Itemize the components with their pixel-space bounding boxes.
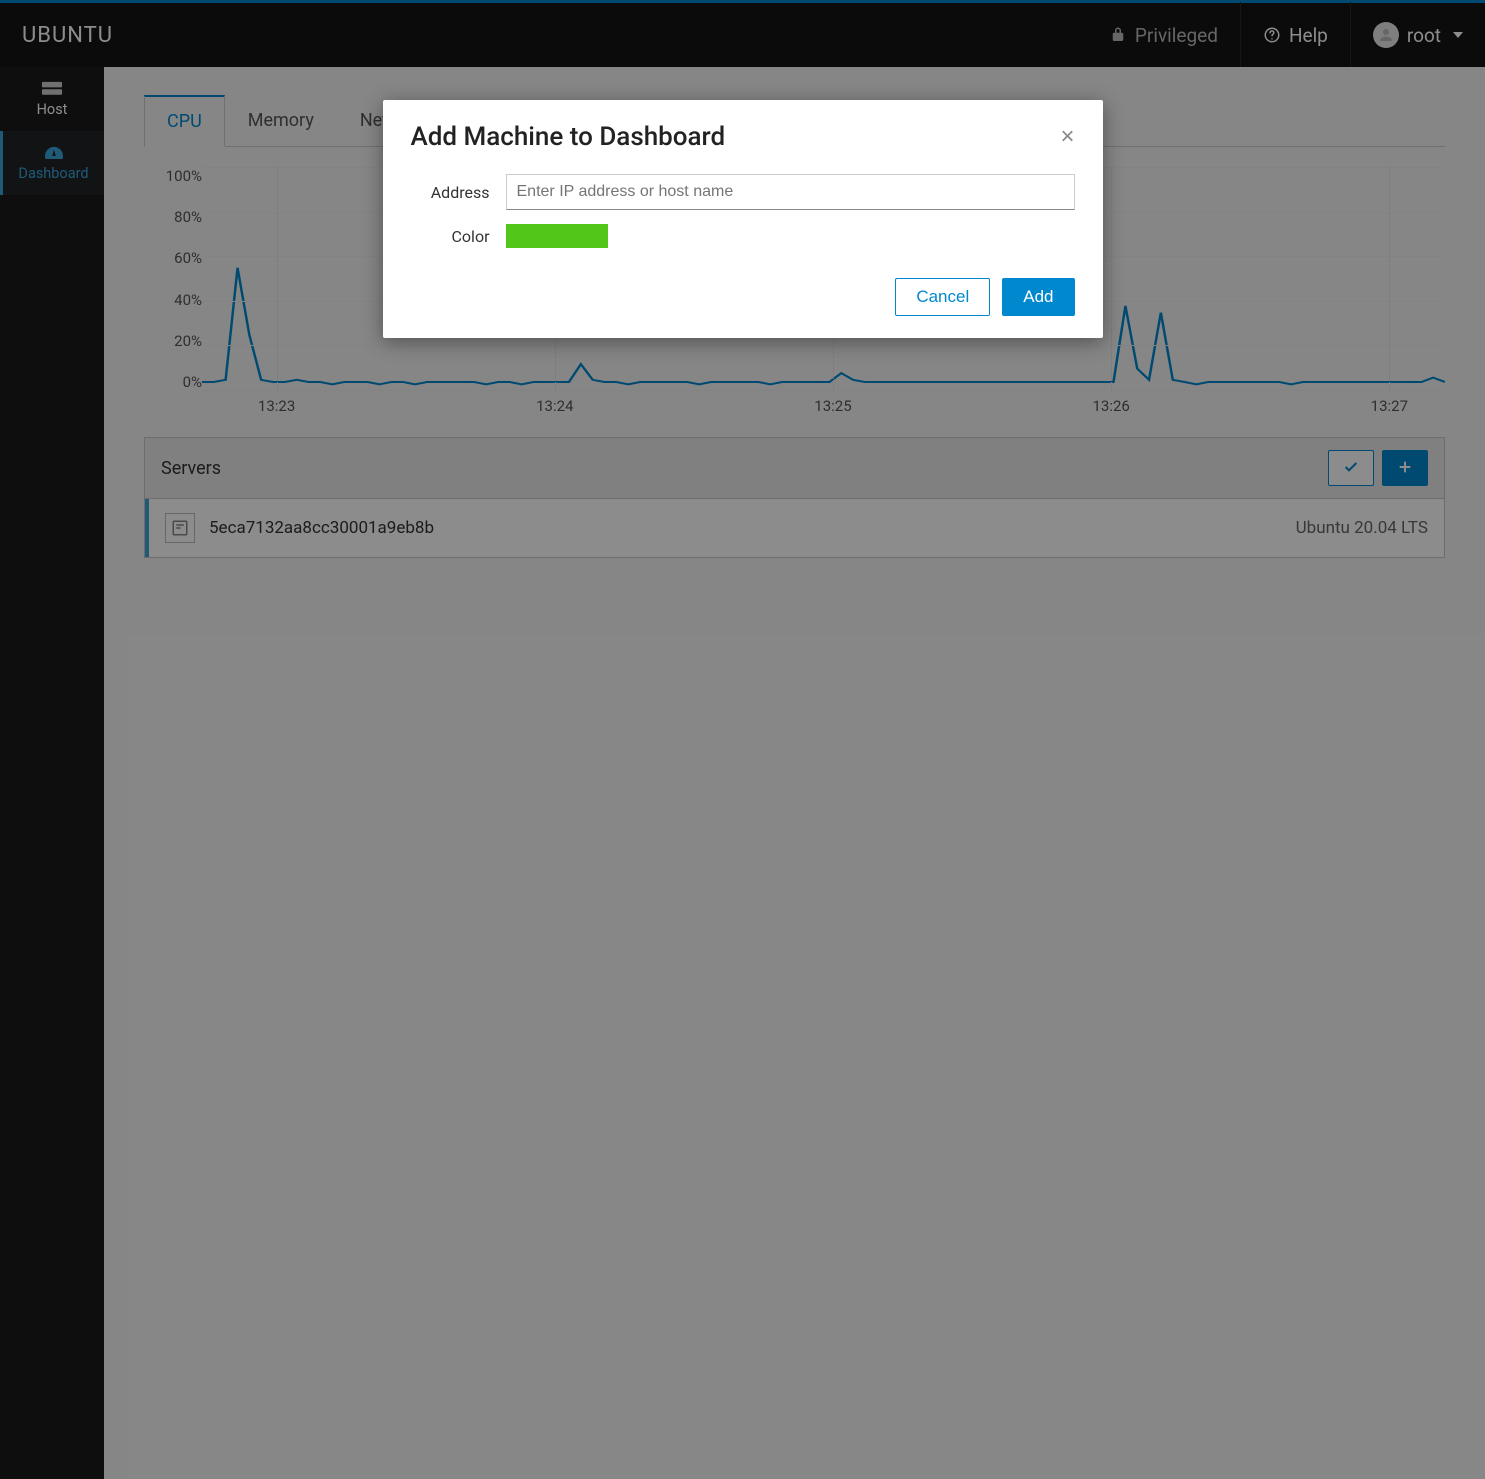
add-button[interactable]: Add: [1002, 278, 1074, 316]
modal-title: Add Machine to Dashboard: [411, 122, 1061, 152]
address-input[interactable]: [506, 174, 1075, 210]
close-icon: ×: [1060, 123, 1074, 150]
cancel-button[interactable]: Cancel: [895, 278, 990, 316]
color-picker[interactable]: [506, 224, 608, 248]
address-label: Address: [411, 183, 506, 202]
add-machine-modal: Add Machine to Dashboard × Address Color…: [383, 100, 1103, 338]
color-label: Color: [411, 227, 506, 246]
modal-overlay[interactable]: Add Machine to Dashboard × Address Color…: [0, 0, 1485, 1479]
close-button[interactable]: ×: [1060, 123, 1074, 151]
